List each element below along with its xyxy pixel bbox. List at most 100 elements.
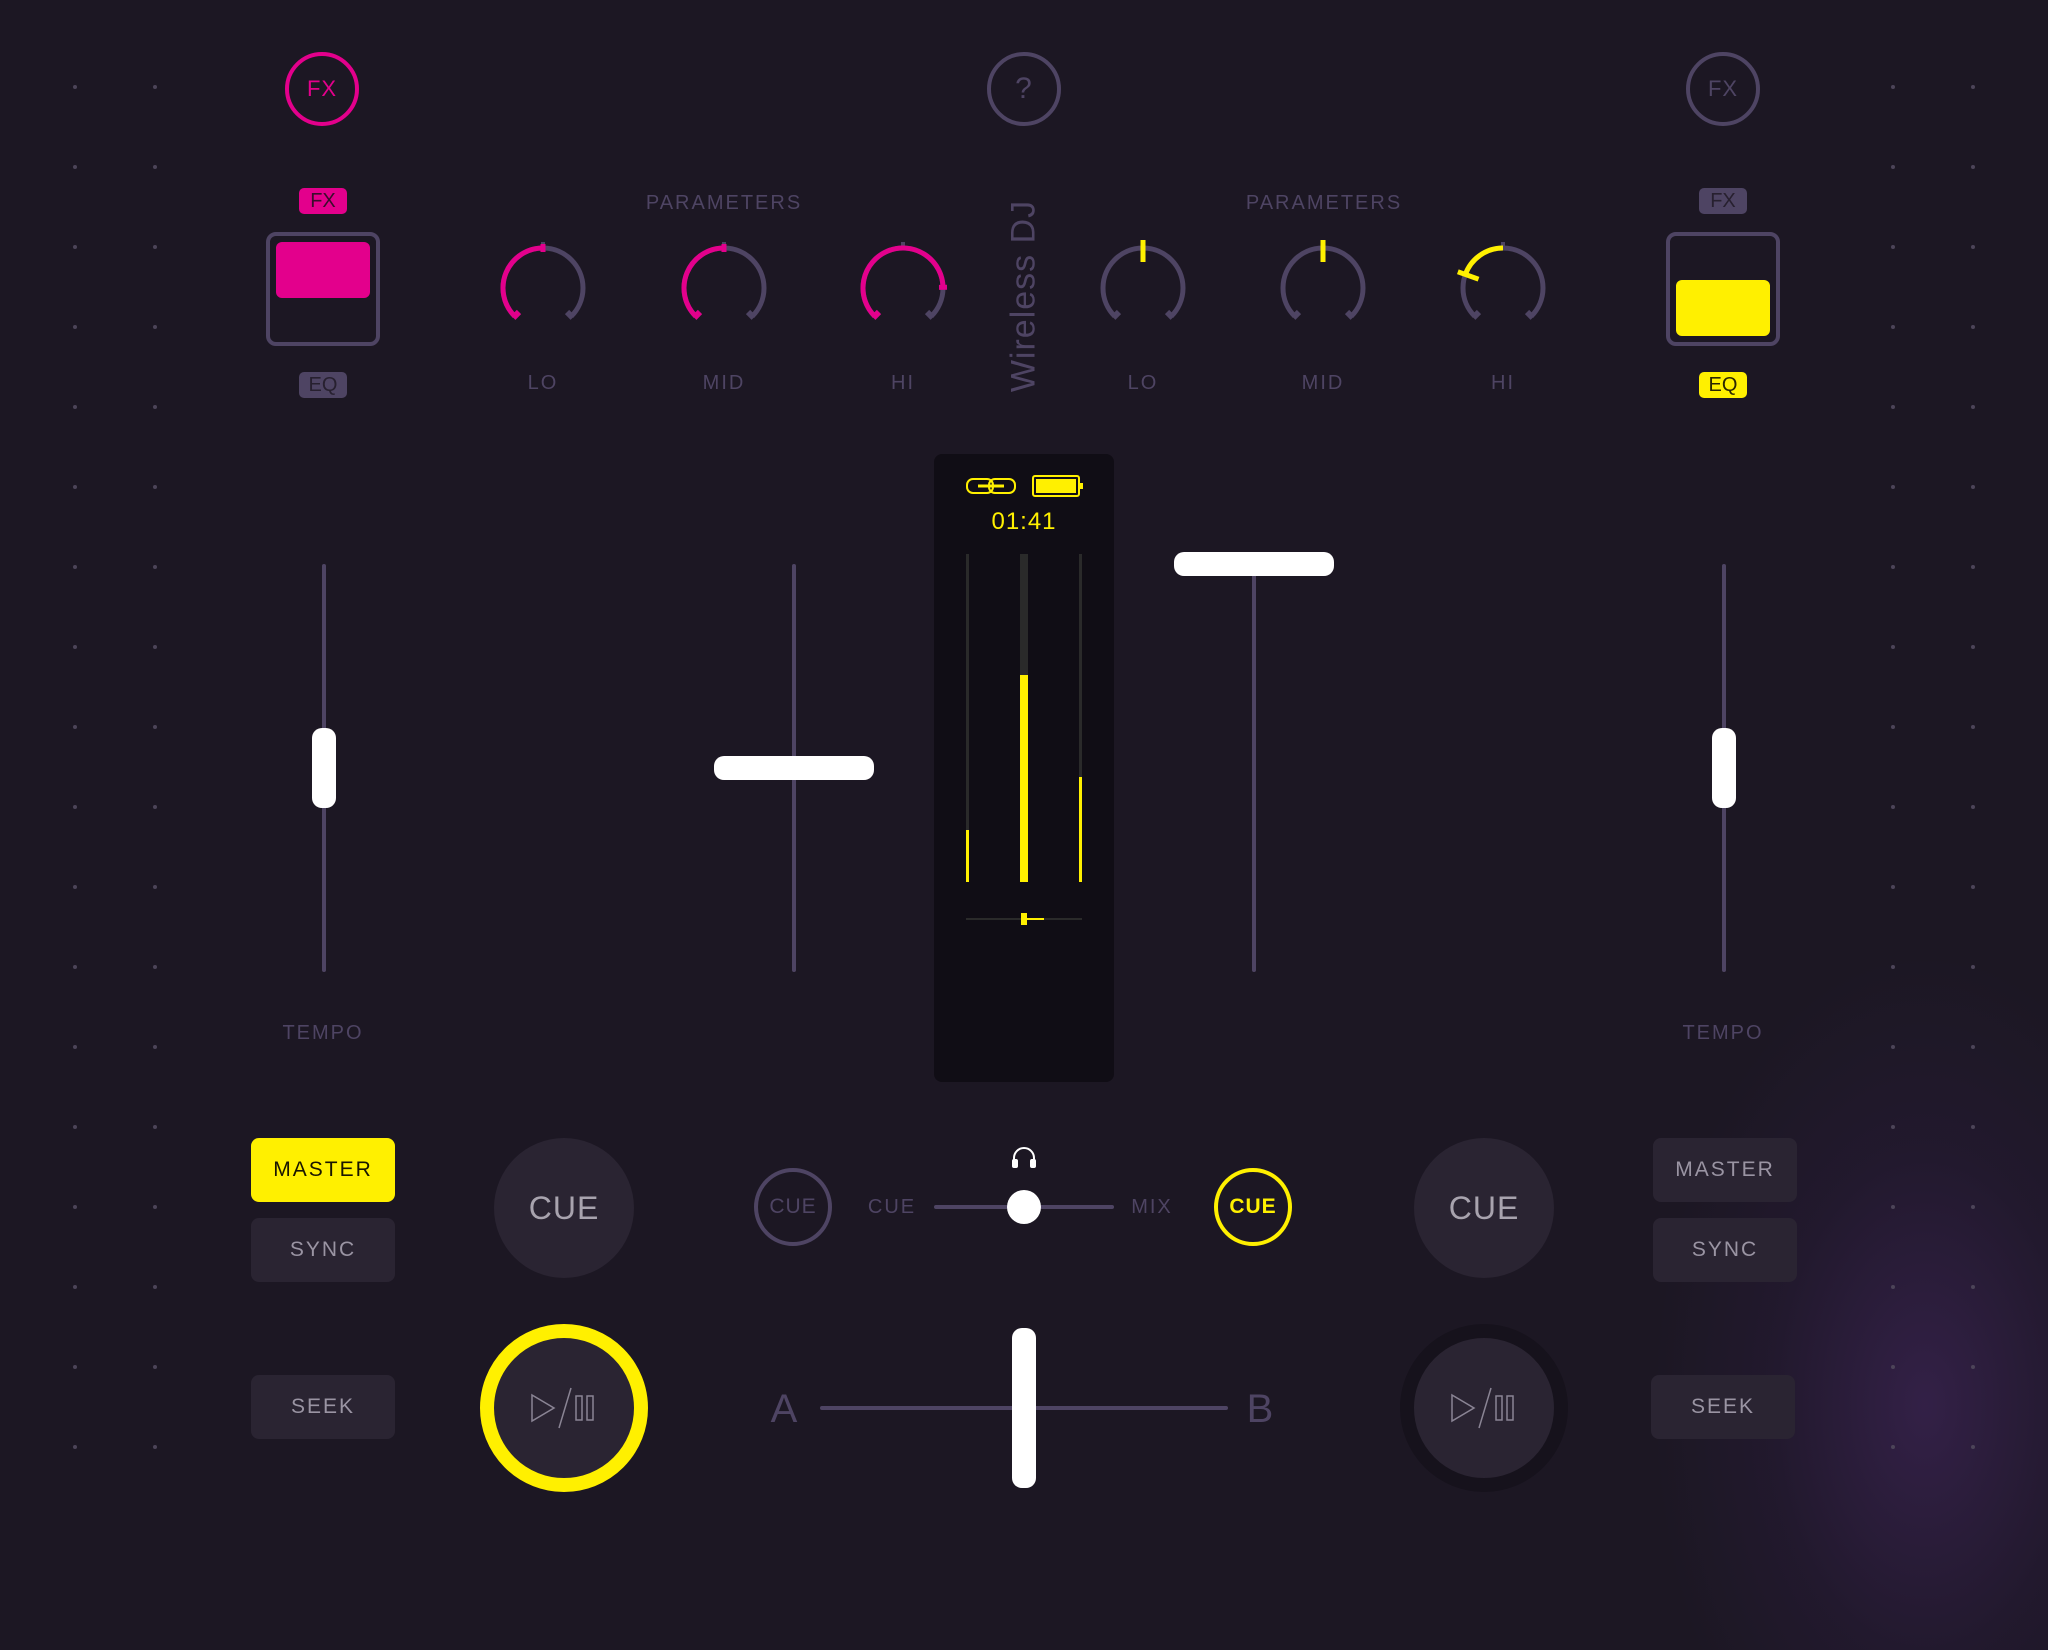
grid-dot (153, 1045, 157, 1049)
knob-value-arc (1465, 248, 1503, 274)
grid-dot (153, 725, 157, 729)
grid-dot (1971, 405, 1975, 409)
master-level-meter (1020, 554, 1028, 882)
grid-dot (153, 405, 157, 409)
deck-a-sync-button[interactable]: SYNC (251, 1218, 395, 1282)
grid-dot (73, 165, 77, 169)
grid-dot (1971, 805, 1975, 809)
center-status-panel: 01:41 (934, 454, 1114, 1082)
grid-dot (153, 1125, 157, 1129)
elapsed-time: 01:41 (934, 508, 1114, 536)
deck-a-fx-button[interactable]: FX (285, 52, 359, 126)
grid-dot (153, 245, 157, 249)
deck-b-fx-tag: FX (1699, 188, 1747, 214)
crossfader-label-b: B (1247, 1387, 1274, 1432)
balance-fill (1024, 918, 1044, 920)
knob-end-cap (1473, 312, 1479, 318)
deck-a-switch-thumb[interactable] (276, 242, 370, 298)
grid-dot (1971, 245, 1975, 249)
right-level-meter-fill (1079, 777, 1082, 882)
knob-value-arc (863, 248, 943, 316)
play-pause-icon (1444, 1383, 1524, 1433)
deck-b-seek-button[interactable]: SEEK (1651, 1375, 1795, 1439)
left-level-meter-fill (966, 830, 969, 882)
grid-dot (73, 1445, 77, 1449)
deck-a-master-button[interactable]: MASTER (251, 1138, 395, 1202)
deck-a-cue-button[interactable]: CUE (494, 1138, 634, 1278)
link-icon (966, 476, 1016, 496)
deck-a-fx-eq-switch[interactable] (266, 232, 380, 346)
deck-a-knob-lo[interactable] (493, 236, 593, 336)
grid-dot (153, 645, 157, 649)
grid-dot (73, 885, 77, 889)
deck-b-sync-button[interactable]: SYNC (1653, 1218, 1797, 1282)
deck-a-tempo-label: TEMPO (282, 1022, 363, 1045)
deck-a-knob-hi[interactable] (853, 236, 953, 336)
grid-dot (1891, 405, 1895, 409)
cue-mix-thumb[interactable] (1007, 1190, 1041, 1224)
grid-dot (73, 1045, 77, 1049)
grid-dot (1891, 565, 1895, 569)
grid-dot (1971, 965, 1975, 969)
grid-dot (153, 1285, 157, 1289)
deck-a-headphone-cue-button[interactable]: CUE (754, 1168, 832, 1246)
grid-dot (1891, 885, 1895, 889)
deck-a-play-pause-button[interactable] (480, 1324, 648, 1492)
grid-dot (73, 965, 77, 969)
deck-a-knob-mid[interactable] (674, 236, 774, 336)
knob-end-cap (1167, 312, 1173, 318)
grid-dot (73, 645, 77, 649)
deck-b-cue-button[interactable]: CUE (1414, 1138, 1554, 1278)
crossfader-handle[interactable] (1012, 1328, 1036, 1488)
deck-b-fx-eq-switch[interactable] (1666, 232, 1780, 346)
help-button[interactable]: ? (987, 52, 1061, 126)
cue-mix-left-label: CUE (868, 1196, 916, 1219)
deck-b-knob-hi[interactable] (1453, 236, 1553, 336)
knob-end-cap (748, 312, 754, 318)
deck-a-knob-hi-label: HI (891, 372, 915, 395)
grid-dot (153, 805, 157, 809)
grid-dot (153, 325, 157, 329)
knob-end-cap (694, 312, 700, 318)
deck-b-master-button[interactable]: MASTER (1653, 1138, 1797, 1202)
grid-dot (153, 565, 157, 569)
grid-dot (1971, 725, 1975, 729)
cue-mix-right-label: MIX (1131, 1196, 1173, 1219)
app-title: Wireless DJ (1005, 200, 1044, 392)
question-mark-icon: ? (1015, 72, 1033, 106)
grid-dot (1891, 325, 1895, 329)
grid-dot (1891, 85, 1895, 89)
deck-b-knob-lo[interactable] (1093, 236, 1193, 336)
crossfader-label-a: A (771, 1387, 798, 1432)
background-glow (1650, 950, 2048, 1650)
deck-b-headphone-cue-button[interactable]: CUE (1214, 1168, 1292, 1246)
deck-b-fx-button[interactable]: FX (1686, 52, 1760, 126)
deck-b-tempo-label: TEMPO (1682, 1022, 1763, 1045)
grid-dot (1971, 1125, 1975, 1129)
deck-a-eq-tag: EQ (299, 372, 347, 398)
grid-dot (153, 885, 157, 889)
knob-end-cap (513, 312, 519, 318)
grid-dot (73, 1285, 77, 1289)
master-level-meter-fill (1020, 675, 1028, 882)
deck-b-switch-thumb[interactable] (1676, 280, 1770, 336)
deck-a-volume-handle[interactable] (714, 756, 874, 780)
deck-a-tempo-handle[interactable] (312, 728, 336, 808)
deck-b-volume-track[interactable] (1252, 564, 1256, 972)
grid-dot (1891, 1045, 1895, 1049)
balance-thumb[interactable] (1021, 913, 1027, 925)
deck-b-tempo-handle[interactable] (1712, 728, 1736, 808)
deck-a-knob-lo-label: LO (528, 372, 559, 395)
grid-dot (1971, 1205, 1975, 1209)
play-pause-icon (524, 1383, 604, 1433)
grid-dot (1891, 485, 1895, 489)
deck-b-knob-mid[interactable] (1273, 236, 1373, 336)
grid-dot (1891, 725, 1895, 729)
deck-b-play-pause-button[interactable] (1400, 1324, 1568, 1492)
grid-dot (73, 85, 77, 89)
deck-a-seek-button[interactable]: SEEK (251, 1375, 395, 1439)
grid-dot (1891, 1285, 1895, 1289)
deck-b-volume-handle[interactable] (1174, 552, 1334, 576)
grid-dot (153, 165, 157, 169)
grid-dot (153, 1205, 157, 1209)
